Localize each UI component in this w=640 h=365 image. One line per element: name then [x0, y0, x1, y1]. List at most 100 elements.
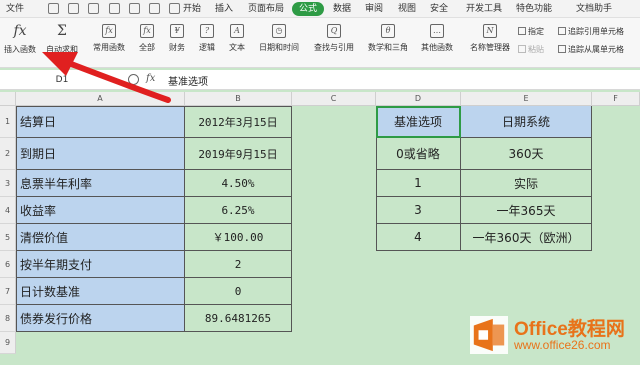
other-functions-label: 其他函数 — [421, 43, 453, 52]
other-functions-button[interactable]: … 其他函数 — [416, 18, 458, 68]
row-header[interactable]: 5 — [0, 224, 16, 251]
tab-special-features[interactable]: 特色功能 — [516, 2, 552, 16]
label-cell[interactable]: 息票半年利率 — [16, 170, 185, 197]
label-cell[interactable]: 收益率 — [16, 197, 185, 224]
column-header-b[interactable]: B — [185, 92, 292, 106]
value-cell[interactable]: 2019年9月15日 — [185, 138, 292, 170]
value-cell[interactable]: ￥100.00 — [185, 224, 292, 251]
value-cell[interactable]: 89.6481265 — [185, 305, 292, 332]
value-cell[interactable]: 6.25% — [185, 197, 292, 224]
table-top-border — [16, 106, 292, 107]
row-header[interactable]: 6 — [0, 251, 16, 278]
tab-page-layout[interactable]: 页面布局 — [248, 2, 284, 16]
header-cell-date-system[interactable]: 日期系统 — [461, 106, 592, 138]
paste-label: 粘贴 — [528, 45, 544, 54]
column-header-e[interactable]: E — [461, 92, 592, 106]
tab-view[interactable]: 视图 — [398, 2, 416, 16]
tab-insert[interactable]: 插入 — [215, 2, 233, 16]
watermark-url: www.office26.com — [514, 338, 611, 352]
finance-functions-button[interactable]: ¥ 财务 — [164, 18, 190, 68]
basis-cell[interactable]: 4 — [376, 224, 461, 251]
more-icon: … — [430, 24, 444, 38]
menu-tab-bar: 文件 开始 插入 页面布局 公式 数据 审阅 视图 安全 开发工具 特色功能 文… — [0, 0, 640, 18]
tab-formulas[interactable]: 公式 — [292, 2, 325, 16]
lookup-functions-button[interactable]: Q 查找与引用 — [308, 18, 360, 68]
date-system-cell[interactable]: 360天 — [461, 138, 592, 170]
undo-icon[interactable] — [148, 3, 160, 14]
column-header-d[interactable]: D — [376, 92, 461, 106]
header-cell-basis[interactable]: 基准选项 — [376, 106, 461, 138]
new-icon[interactable] — [48, 3, 59, 14]
formula-input[interactable]: 基准选项 — [168, 73, 208, 88]
column-header-f[interactable]: F — [592, 92, 640, 106]
column-header-c[interactable]: C — [292, 92, 376, 106]
basis-cell[interactable]: 0或省略 — [376, 138, 461, 170]
row-header[interactable]: 3 — [0, 170, 16, 197]
label-cell[interactable]: 日计数基准 — [16, 278, 185, 305]
datetime-functions-button[interactable]: ◷ 日期和时间 — [254, 18, 304, 68]
value-cell[interactable]: 4.50% — [185, 170, 292, 197]
tab-home[interactable]: 开始 — [183, 2, 201, 16]
date-system-cell[interactable]: 实际 — [461, 170, 592, 197]
math-icon: θ — [381, 24, 395, 38]
value-cell[interactable]: 2012年3月15日 — [185, 106, 292, 138]
datetime-functions-label: 日期和时间 — [259, 43, 299, 52]
trace-dependents-button[interactable]: 追踪从属单元格 — [558, 44, 624, 55]
common-functions-label: 常用函数 — [93, 43, 125, 52]
row-header[interactable]: 9 — [0, 332, 16, 354]
print-icon[interactable] — [108, 3, 120, 14]
tab-developer[interactable]: 开发工具 — [466, 2, 502, 16]
paste-button[interactable]: 粘贴 — [518, 44, 544, 55]
sigma-icon: Σ — [57, 23, 67, 39]
select-all-corner[interactable] — [0, 92, 16, 106]
label-cell[interactable]: 结算日 — [16, 106, 185, 138]
autosum-button[interactable]: Σ 自动求和 — [42, 18, 82, 68]
save-icon[interactable] — [88, 3, 100, 14]
row-header[interactable]: 4 — [0, 197, 16, 224]
label-cell[interactable]: 按半年期支付 — [16, 251, 185, 278]
logic-functions-button[interactable]: ? 逻辑 — [194, 18, 220, 68]
specify-label: 指定 — [528, 27, 544, 36]
search-icon: Q — [327, 24, 341, 38]
redo-icon[interactable] — [169, 3, 181, 14]
trace-precedents-button[interactable]: 追踪引用单元格 — [558, 26, 624, 37]
tab-data[interactable]: 数据 — [333, 2, 351, 16]
name-box[interactable]: D1 — [16, 72, 108, 88]
basis-cell[interactable]: 3 — [376, 197, 461, 224]
column-header-a[interactable]: A — [16, 92, 185, 106]
zoom-icon[interactable] — [128, 74, 139, 85]
value-cell[interactable]: 0 — [185, 278, 292, 305]
paste-icon — [518, 45, 526, 53]
label-cell[interactable]: 债券发行价格 — [16, 305, 185, 332]
common-functions-button[interactable]: fx 常用函数 — [88, 18, 130, 68]
all-functions-button[interactable]: fx 全部 — [134, 18, 160, 68]
open-icon[interactable] — [68, 3, 80, 14]
preview-icon[interactable] — [128, 3, 140, 14]
insert-function-button[interactable]: fx 插入函数 — [2, 18, 38, 68]
label-cell[interactable]: 到期日 — [16, 138, 185, 170]
row-header[interactable]: 1 — [0, 106, 16, 138]
value-cell[interactable]: 2 — [185, 251, 292, 278]
basis-cell[interactable]: 1 — [376, 170, 461, 197]
name-manager-button[interactable]: N 名称管理器 — [466, 18, 514, 68]
text-functions-button[interactable]: A 文本 — [224, 18, 250, 68]
tab-document-assistant[interactable]: 文档助手 — [576, 2, 612, 16]
trace-dependents-label: 追踪从属单元格 — [568, 45, 624, 54]
tab-review[interactable]: 审阅 — [365, 2, 383, 16]
math-functions-label: 数学和三角 — [368, 43, 408, 52]
row-header[interactable]: 2 — [0, 138, 16, 170]
finance-icon: ¥ — [170, 24, 184, 38]
math-functions-button[interactable]: θ 数学和三角 — [363, 18, 413, 68]
fx-icon[interactable]: fx — [146, 73, 155, 84]
logic-icon: ? — [200, 24, 214, 38]
label-cell[interactable]: 清偿价值 — [16, 224, 185, 251]
tab-security[interactable]: 安全 — [430, 2, 448, 16]
trace-precedents-label: 追踪引用单元格 — [568, 27, 624, 36]
row-header[interactable]: 7 — [0, 278, 16, 305]
date-system-cell[interactable]: 一年360天（欧洲） — [461, 224, 592, 251]
specify-button[interactable]: 指定 — [518, 26, 544, 37]
row-header[interactable]: 8 — [0, 305, 16, 332]
function-icon: fx — [140, 24, 154, 38]
file-menu-button[interactable]: 文件 — [2, 2, 28, 16]
date-system-cell[interactable]: 一年365天 — [461, 197, 592, 224]
